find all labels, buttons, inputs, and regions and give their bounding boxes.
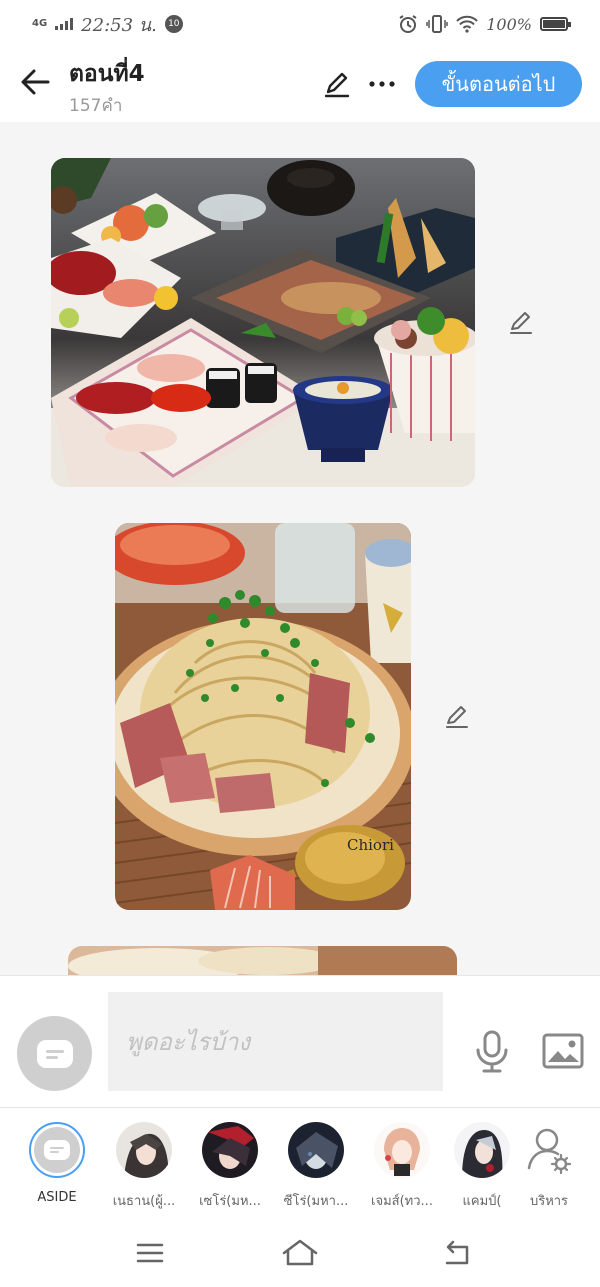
menu-icon[interactable] <box>134 1237 166 1269</box>
message-composer <box>0 975 600 1107</box>
partial-photo[interactable] <box>68 946 457 975</box>
character-label: ซีโร่(มหา... <box>283 1194 349 1209</box>
character-item[interactable]: ซีโร่(มหา... <box>275 1122 357 1211</box>
vibrate-icon <box>426 15 448 33</box>
chat-bubble-icon <box>36 1039 73 1068</box>
partial-image <box>68 946 457 975</box>
character-selector: ASIDE เนธาน(ผู้... เซโร่(มห... ซีโร่(มหา… <box>0 1107 600 1219</box>
character-label: เซโร่(มห... <box>199 1194 261 1209</box>
avatar <box>202 1122 258 1178</box>
system-navigation-bar <box>0 1219 600 1287</box>
avatar <box>116 1122 172 1178</box>
character-aside[interactable]: ASIDE <box>16 1122 98 1205</box>
page-title: ตอนที่4 <box>69 61 145 87</box>
character-label: เนธาน(ผู้... <box>112 1194 176 1209</box>
avatar <box>288 1122 344 1178</box>
message-input[interactable] <box>108 992 443 1091</box>
japanese-dinner-photo[interactable] <box>51 158 475 487</box>
image-upload-icon[interactable] <box>542 1033 584 1069</box>
character-item[interactable]: เจมส์(ทว... <box>361 1122 443 1211</box>
edit-image-icon[interactable] <box>507 308 535 336</box>
character-label: เจมส์(ทว... <box>371 1194 433 1209</box>
aside-avatar <box>29 1122 85 1178</box>
manage-characters-button[interactable]: บริหาร <box>508 1122 590 1211</box>
alarm-icon <box>399 15 417 33</box>
carbonara-photo[interactable]: Chiori <box>115 523 411 910</box>
battery-percentage: 100% <box>486 14 532 34</box>
microphone-icon[interactable] <box>474 1030 510 1074</box>
watermark: Chiori <box>347 836 394 854</box>
home-icon[interactable] <box>281 1237 319 1269</box>
status-bar: 4G 22:53 น. 10 100% <box>0 0 600 48</box>
character-label: บริหาร <box>529 1194 569 1209</box>
story-content[interactable]: Chiori <box>0 122 600 975</box>
manage-characters-icon <box>521 1122 577 1178</box>
app-header: ตอนที่4 157คำ ขั้นตอนต่อไป <box>0 48 600 122</box>
notification-badge: 10 <box>164 15 183 33</box>
edit-icon[interactable] <box>322 68 354 100</box>
character-item[interactable]: เซโร่(มห... <box>189 1122 271 1211</box>
chat-bubble-icon <box>44 1140 70 1160</box>
back-icon[interactable] <box>441 1237 473 1269</box>
back-arrow-icon[interactable] <box>18 64 54 100</box>
clock: 22:53 น. <box>81 14 157 36</box>
more-options-icon[interactable] <box>366 68 398 100</box>
signal-icon <box>55 18 74 30</box>
carbonara-image: Chiori <box>115 523 411 910</box>
battery-icon <box>540 17 571 31</box>
japanese-dinner-image <box>51 158 475 487</box>
avatar <box>374 1122 430 1178</box>
wifi-icon <box>456 15 478 33</box>
aside-toggle-button[interactable] <box>17 1016 92 1091</box>
avatar <box>454 1122 510 1178</box>
word-count: 157คำ <box>69 96 123 116</box>
next-step-button[interactable]: ขั้นตอนต่อไป <box>415 61 582 107</box>
network-type: 4G <box>32 18 48 29</box>
edit-image-icon[interactable] <box>443 702 471 730</box>
character-label: ASIDE <box>37 1190 77 1205</box>
character-item[interactable]: เนธาน(ผู้... <box>103 1122 185 1211</box>
